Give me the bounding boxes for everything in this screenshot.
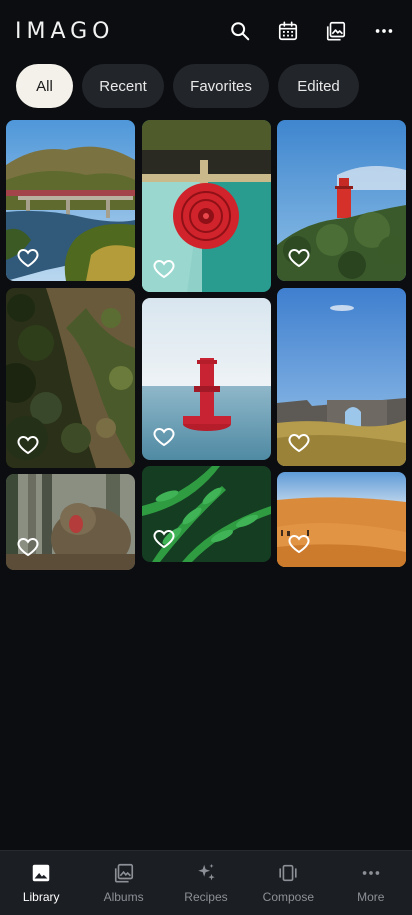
search-icon[interactable]: [228, 19, 252, 43]
gallery-icon[interactable]: [324, 19, 348, 43]
photo-grid: [6, 120, 406, 572]
photo-tile-ruins[interactable]: [277, 288, 406, 466]
photo-tile-fern[interactable]: [142, 466, 271, 562]
sparkles-icon: [198, 863, 215, 881]
photo-tile-monkey[interactable]: [6, 474, 135, 570]
photo-tile-lifebuoy[interactable]: [142, 120, 271, 292]
nav-albums[interactable]: Albums: [84, 853, 164, 913]
favorite-heart-icon[interactable]: [152, 257, 176, 281]
nav-more[interactable]: More: [331, 853, 411, 913]
albums-icon: [114, 863, 133, 883]
nav-recipes-label: Recipes: [184, 890, 228, 904]
app-header: IMAGO: [0, 0, 412, 62]
chip-edited[interactable]: Edited: [278, 64, 359, 108]
nav-library-label: Library: [22, 890, 60, 904]
photo-tile-valley-bridge[interactable]: [6, 120, 135, 281]
favorite-heart-icon[interactable]: [152, 527, 176, 551]
chip-favorites[interactable]: Favorites: [173, 64, 269, 108]
bottom-navigation: Library Albums Recipes Compose More: [0, 850, 412, 915]
header-actions: [228, 19, 396, 43]
photo-tile-forest-slope[interactable]: [6, 288, 135, 468]
favorite-heart-icon[interactable]: [16, 246, 40, 270]
photo-tile-sea-buoy[interactable]: [142, 298, 271, 460]
more-horizontal-icon[interactable]: [372, 19, 396, 43]
chip-recent[interactable]: Recent: [82, 64, 164, 108]
favorite-heart-icon[interactable]: [287, 246, 311, 270]
nav-more-label: More: [357, 890, 385, 904]
chip-all[interactable]: All: [16, 64, 73, 108]
nav-compose[interactable]: Compose: [248, 853, 328, 913]
calendar-icon[interactable]: [276, 19, 300, 43]
favorite-heart-icon[interactable]: [16, 433, 40, 457]
favorite-heart-icon[interactable]: [152, 425, 176, 449]
nav-compose-label: Compose: [262, 890, 315, 904]
favorite-heart-icon[interactable]: [287, 431, 311, 455]
compose-icon: [279, 864, 297, 882]
app-logo: IMAGO: [15, 18, 115, 44]
image-icon: [32, 864, 50, 882]
more-icon: [362, 871, 379, 875]
filter-chips: All Recent Favorites Edited: [16, 64, 359, 108]
photo-tile-desert[interactable]: [277, 472, 406, 567]
nav-library[interactable]: Library: [1, 853, 81, 913]
photo-tile-lighthouse[interactable]: [277, 120, 406, 281]
favorite-heart-icon[interactable]: [287, 532, 311, 556]
favorite-heart-icon[interactable]: [16, 535, 40, 559]
nav-recipes[interactable]: Recipes: [166, 853, 246, 913]
nav-albums-label: Albums: [103, 890, 144, 904]
